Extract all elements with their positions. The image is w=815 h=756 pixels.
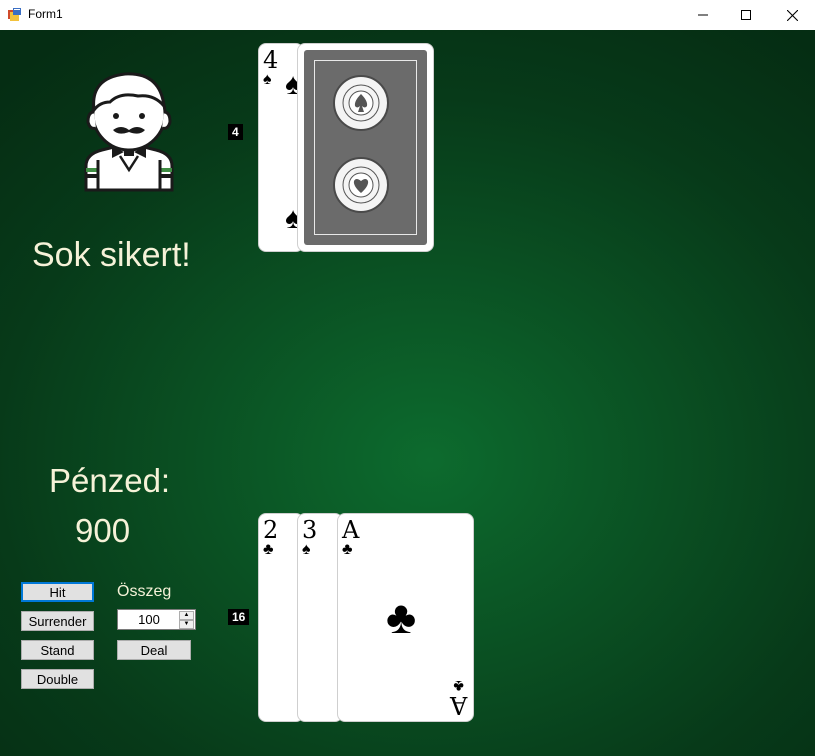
money-label: Pénzed: (49, 462, 171, 499)
minimize-button[interactable] (680, 0, 726, 30)
amount-down-button[interactable]: ▼ (179, 620, 194, 629)
card-suit: ♣ (342, 541, 353, 558)
card-rank: A (449, 691, 467, 719)
hit-button[interactable]: Hit (21, 582, 94, 602)
card-suit: ♣ (263, 541, 274, 558)
card-back-pattern (304, 50, 427, 245)
close-button[interactable] (769, 0, 815, 30)
dealer-avatar-icon (84, 72, 174, 192)
card-back-frame (314, 60, 417, 235)
spade-seal-icon (342, 84, 380, 122)
acbl-seal-icon (333, 75, 389, 131)
double-button[interactable]: Double (21, 669, 94, 689)
money-value: 900 (75, 512, 131, 549)
chevron-up-icon: ▲ (183, 612, 190, 618)
amount-label: Összeg (117, 583, 172, 600)
club-pip-icon: ♣ (386, 591, 417, 643)
close-icon (786, 9, 798, 21)
dealer-hidden-card (297, 43, 434, 252)
player-card-3: A ♣ ♣ A ♣ (337, 513, 474, 722)
surrender-button[interactable]: Surrender (21, 611, 94, 631)
card-suit: ♠ (302, 541, 311, 558)
player-score: 16 (228, 609, 250, 625)
card-rank: A (342, 516, 360, 544)
stand-button[interactable]: Stand (21, 640, 94, 660)
amount-stepper[interactable]: 100 ▲ ▼ (117, 609, 196, 630)
game-table: Sok sikert! 4 4 ♠ ♠ ♠ Pénzed: 900 Hit Su… (0, 30, 815, 756)
amount-up-button[interactable]: ▲ (179, 611, 194, 620)
deal-button[interactable]: Deal (117, 640, 191, 660)
amount-value[interactable]: 100 (118, 612, 180, 627)
chevron-down-icon: ▼ (183, 621, 190, 627)
card-rank: 2 (263, 516, 279, 544)
card-rank: 4 (263, 46, 279, 74)
maximize-icon (741, 10, 751, 20)
main-window: Form1 Sok sikert! 4 4 ♠ ♠ ♠ Pénzed: 900 … (0, 0, 815, 756)
maximize-button[interactable] (723, 0, 769, 30)
card-suit: ♠ (263, 71, 272, 88)
minimize-icon (698, 14, 708, 16)
window-title: Form1 (28, 7, 63, 21)
form-app-icon (8, 8, 21, 21)
greeting-text: Sok sikert! (32, 236, 191, 274)
card-corner-bottom: A ♣ (449, 677, 467, 719)
card-rank: 3 (302, 516, 318, 544)
title-bar: Form1 (0, 0, 815, 30)
heart-seal-icon (342, 166, 380, 204)
acbl-seal-icon (333, 157, 389, 213)
dealer-score: 4 (228, 124, 243, 140)
